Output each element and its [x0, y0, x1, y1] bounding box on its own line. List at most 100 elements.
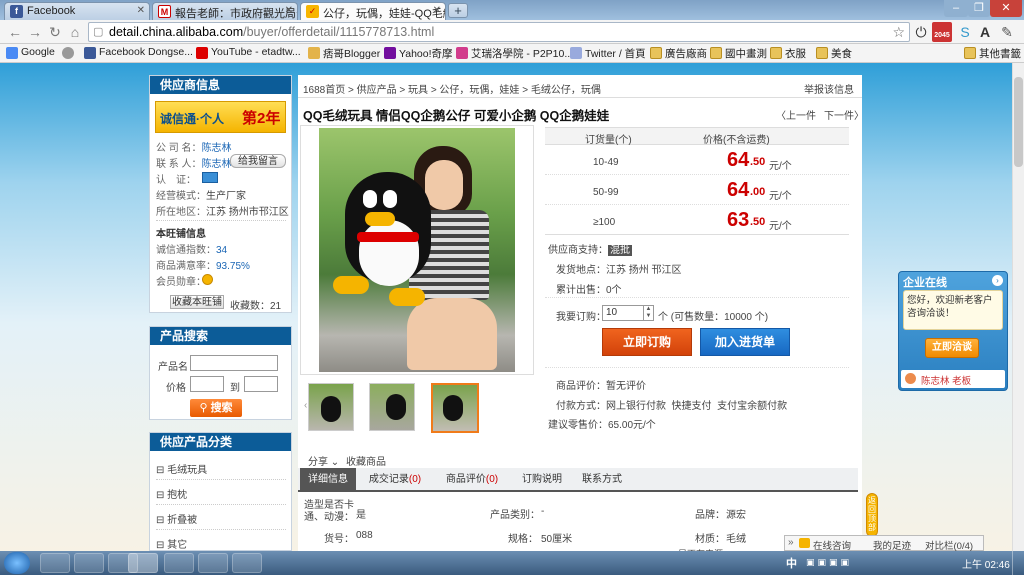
- rating-value[interactable]: 93.75%: [216, 261, 250, 272]
- extension-gmail-icon[interactable]: 2045: [932, 22, 952, 42]
- breadcrumb[interactable]: 1688首页 > 供应产品 > 玩具 > 公仔，玩偶，娃娃 > 毛绒公仔，玩偶: [303, 81, 601, 96]
- chevron-right-icon[interactable]: ›: [992, 275, 1003, 286]
- favorite-shop-button[interactable]: 收藏本旺铺: [170, 295, 224, 309]
- back-icon[interactable]: ←: [6, 23, 24, 41]
- bookmark-yahoo[interactable]: Yahoo!奇摩: [384, 46, 453, 61]
- add-to-cart-button[interactable]: 加入进货单: [700, 328, 790, 356]
- maximize-icon[interactable]: ❐: [968, 0, 990, 17]
- index-value[interactable]: 34: [216, 245, 227, 256]
- medal-icon[interactable]: [202, 274, 213, 285]
- chat-user-row[interactable]: 陈志林 老板: [901, 370, 1005, 388]
- power-icon[interactable]: ⏻: [912, 23, 930, 41]
- bookmark-blogger[interactable]: 痞哥Blogger: [308, 46, 380, 61]
- quantity-stepper[interactable]: ▲ ▼: [644, 305, 654, 321]
- clock[interactable]: 上午 02:46: [962, 556, 1010, 571]
- buy-now-button[interactable]: 立即订购: [602, 328, 692, 356]
- tab-reviews[interactable]: 商品评价(0): [434, 468, 510, 492]
- scrollbar[interactable]: [1012, 63, 1024, 551]
- bookmark-facebook[interactable]: Facebook Dongse...: [84, 46, 193, 61]
- main-image-frame[interactable]: [300, 125, 534, 375]
- new-tab-button[interactable]: +: [448, 3, 468, 18]
- bookmark-p2p[interactable]: 艾瑞洛學院 - P2P10...: [456, 46, 573, 61]
- price-max-input[interactable]: [244, 376, 278, 392]
- taskbar-photoshop-icon[interactable]: [198, 553, 228, 573]
- category-item[interactable]: ⊟ 折叠被: [156, 511, 197, 526]
- tier-qty: 50-99: [593, 187, 619, 198]
- start-button[interactable]: [4, 552, 30, 574]
- product-name-input[interactable]: [190, 355, 278, 371]
- tab-transactions[interactable]: 成交记录(0): [360, 468, 430, 492]
- taskbar-ie-icon[interactable]: [40, 553, 70, 573]
- chat-now-button[interactable]: 立即洽谈: [925, 338, 979, 358]
- tab-order-info[interactable]: 订购说明: [514, 468, 570, 492]
- search-button[interactable]: ⚲ 搜索: [190, 399, 242, 417]
- taskbar-chrome-icon[interactable]: [128, 553, 158, 573]
- thumbnail-2[interactable]: [369, 383, 415, 431]
- taskbar-illustrator-icon[interactable]: [164, 553, 194, 573]
- bookmark-folder-clothes[interactable]: 衣服: [770, 46, 806, 61]
- category-item[interactable]: ⊟ 抱枕: [156, 486, 187, 501]
- star-icon[interactable]: ☆: [892, 23, 905, 41]
- product-name-label: 产品名: [158, 362, 188, 373]
- prev-link[interactable]: 〈上一件: [776, 107, 816, 122]
- girl-face: [425, 160, 463, 210]
- bookmark-twitter[interactable]: Twitter / 首頁: [570, 46, 646, 61]
- contact-link[interactable]: 陈志林: [202, 159, 232, 170]
- online-consult-link[interactable]: 在线咨询: [813, 538, 851, 552]
- bookmark-unknown[interactable]: [62, 46, 77, 61]
- bookmark-youtube[interactable]: YouTube - etadtw...: [196, 46, 301, 61]
- tab-count: (0): [485, 474, 499, 485]
- bookmark-label: 衣服: [785, 48, 806, 60]
- font-icon[interactable]: A: [976, 23, 994, 41]
- back-to-top-tab[interactable]: 返回顶部: [866, 493, 878, 537]
- thumbnail-3-selected[interactable]: [431, 383, 479, 433]
- quantity-input[interactable]: 10: [602, 305, 644, 321]
- show-desktop-button[interactable]: [1012, 551, 1024, 575]
- taskbar-app-icon[interactable]: [232, 553, 262, 573]
- tray-icons[interactable]: ▣▣▣▣: [806, 557, 866, 569]
- taskbar-explorer-icon[interactable]: [74, 553, 104, 573]
- tab-alibaba[interactable]: ✓ 公仔，玩偶，娃娃-QQ毛絨 ✕: [300, 2, 446, 20]
- attr-key: 货号：: [324, 534, 354, 545]
- price-table-header: 订货量(个) 价格(不含运费): [545, 127, 849, 146]
- address-bar[interactable]: ▢ detail.china.alibaba.com/buyer/offerde…: [88, 22, 910, 42]
- double-chevron-icon[interactable]: »: [788, 537, 794, 548]
- bookmark-folder-school[interactable]: 國中畫測: [710, 46, 767, 61]
- company-link[interactable]: 陈志林: [202, 143, 232, 154]
- ime-indicator[interactable]: 中: [786, 555, 797, 571]
- close-window-icon[interactable]: ✕: [990, 0, 1022, 17]
- compare-link[interactable]: 对比栏(0/4): [925, 538, 973, 552]
- category-item[interactable]: ⊟ 毛绒玩具: [156, 461, 207, 476]
- price-min-input[interactable]: [190, 376, 224, 392]
- wrench-icon[interactable]: ✎: [998, 23, 1016, 41]
- forward-icon[interactable]: →: [26, 23, 44, 41]
- category-item[interactable]: ⊟ 其它: [156, 536, 187, 551]
- close-icon[interactable]: ✕: [285, 5, 293, 16]
- bookmark-google[interactable]: Google: [6, 46, 55, 61]
- share-button[interactable]: 分享 ⌄: [308, 453, 339, 468]
- bookmark-folder-ads[interactable]: 廣告廠商: [650, 46, 707, 61]
- tab-contact[interactable]: 联系方式: [574, 468, 630, 492]
- reload-icon[interactable]: ↻: [46, 23, 64, 41]
- scrollbar-thumb[interactable]: [1014, 77, 1023, 167]
- collect-link[interactable]: 收藏商品: [346, 453, 386, 468]
- id-card-icon[interactable]: [202, 172, 218, 183]
- tab-gmail[interactable]: M 報告老師：市政府觀光局公 ✕: [152, 2, 298, 20]
- report-link[interactable]: 举报该信息: [804, 81, 854, 96]
- product-photo: [319, 128, 515, 372]
- bookmark-folder-food[interactable]: 美食: [816, 46, 852, 61]
- close-icon[interactable]: ✕: [137, 5, 145, 16]
- chat-user-name: 陈志林 老板: [921, 376, 972, 387]
- home-icon[interactable]: ⌂: [66, 23, 84, 41]
- folder-icon: [710, 47, 722, 59]
- leave-message-button[interactable]: 给我留言: [230, 154, 286, 168]
- thumbnail-1[interactable]: [308, 383, 354, 431]
- tab-details[interactable]: 详细信息: [300, 468, 356, 492]
- minimize-icon[interactable]: –: [944, 0, 968, 17]
- skype-icon[interactable]: S: [956, 23, 974, 41]
- bookmark-folder-other[interactable]: 其他書籤: [964, 46, 1021, 61]
- close-icon[interactable]: ✕: [433, 5, 441, 16]
- tab-facebook[interactable]: f Facebook ✕: [4, 2, 150, 20]
- footprint-link[interactable]: 我的足迹: [873, 538, 911, 552]
- next-link[interactable]: 下一件〉: [824, 107, 864, 122]
